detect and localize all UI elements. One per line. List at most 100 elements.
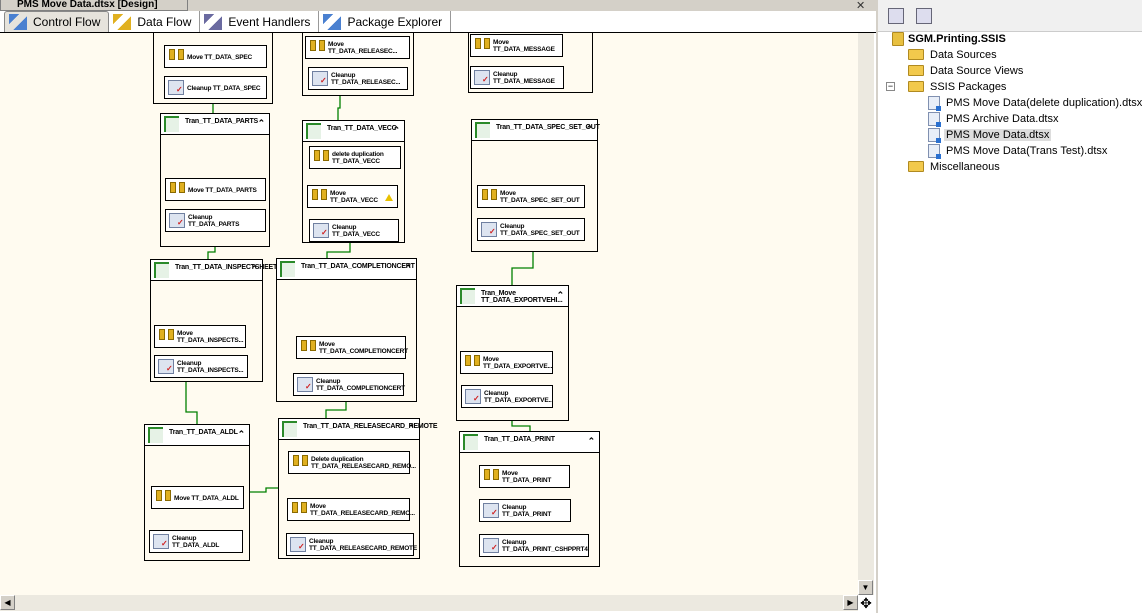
- execute-sql-task[interactable]: CleanupTT_DATA_COMPLETIONCERT: [293, 373, 405, 396]
- container-header[interactable]: Tran_TT_DATA_ALDL ⌃: [145, 425, 249, 446]
- collapse-icon[interactable]: ⌃: [258, 118, 266, 129]
- precedence-constraint[interactable]: [207, 247, 216, 259]
- tree-item[interactable]: Miscellaneous: [908, 159, 1002, 174]
- execute-sql-task[interactable]: CleanupTT_DATA_MESSAGE: [470, 66, 564, 89]
- data-flow-task[interactable]: Delete duplication TT_DATA_RELEASECARD_RE…: [288, 451, 416, 474]
- data-flow-task[interactable]: Move TT_DATA_SPEC_SET_OUT: [477, 185, 585, 208]
- precedence-constraint[interactable]: [325, 402, 347, 418]
- data-flow-task-icon: [309, 40, 325, 55]
- tree-item-label: Miscellaneous: [930, 160, 1000, 173]
- document-tab[interactable]: PMS Move Data.dtsx [Design]: [0, 0, 188, 11]
- collapse-icon[interactable]: ⌃: [393, 125, 401, 136]
- tree-item[interactable]: Data Sources: [908, 47, 999, 62]
- precedence-constraint[interactable]: [250, 487, 278, 493]
- container-header[interactable]: Tran_TT_DATA_PARTS ⌃: [161, 114, 269, 135]
- data-flow-task[interactable]: Move TT_DATA_SPEC: [164, 45, 267, 68]
- execute-sql-task[interactable]: CleanupTT_DATA_SPEC_SET_OUT: [477, 218, 585, 241]
- execute-sql-task[interactable]: CleanupTT_DATA_ALDL: [149, 530, 243, 553]
- data-flow-task[interactable]: Move TT_DATA_ALDL: [151, 486, 244, 509]
- data-flow-task[interactable]: Move TT_DATA_INSPECTS...: [154, 325, 246, 348]
- collapse-ssis-packages-icon[interactable]: −: [886, 79, 895, 94]
- tree-item[interactable]: SSIS Packages: [908, 79, 1008, 94]
- execute-sql-task[interactable]: CleanupTT_DATA_PARTS: [165, 209, 266, 232]
- sql-task-icon: [158, 359, 174, 374]
- data-flow-task[interactable]: Move TT_DATA_RELEASEC...: [305, 36, 410, 59]
- collapse-icon[interactable]: ⌃: [238, 429, 246, 440]
- container-header[interactable]: Tran_TT_DATA_INSPECTSHEET ⌃: [151, 260, 277, 281]
- collapse-icon[interactable]: ⌃: [588, 436, 596, 447]
- scroll-left-button[interactable]: ◀: [0, 595, 15, 610]
- execute-sql-task[interactable]: CleanupTT_DATA_EXPORTVE...: [461, 385, 553, 408]
- data-flow-task-icon: [169, 182, 185, 197]
- task-label: Move TT_DATA_COMPLETIONCERT: [319, 341, 408, 355]
- task-label: Cleanup TT_DATA_RELEASECARD_REMOTE: [309, 538, 417, 552]
- data-flow-task-icon: [481, 189, 497, 204]
- execute-sql-task[interactable]: CleanupTT_DATA_PRINT: [479, 499, 571, 522]
- tab-data-flow[interactable]: Data Flow: [109, 11, 201, 32]
- container-header[interactable]: Tran_TT_DATA_COMPLETIONCERT ⌃: [277, 259, 416, 280]
- pan-icon[interactable]: ✥: [858, 595, 874, 611]
- tab-package-explorer[interactable]: Package Explorer: [319, 11, 452, 32]
- folder-icon: [908, 81, 924, 92]
- collapse-icon[interactable]: ⌃: [408, 423, 416, 434]
- tree-item[interactable]: PMS Archive Data.dtsx: [928, 111, 1061, 127]
- scroll-right-button[interactable]: ▶: [843, 595, 858, 610]
- properties-icon[interactable]: [888, 8, 904, 24]
- collapse-icon[interactable]: ⌃: [557, 290, 565, 301]
- package-icon: [928, 111, 941, 127]
- sql-task-icon: [483, 538, 499, 553]
- execute-sql-task[interactable]: CleanupTT_DATA_VECC: [309, 219, 399, 242]
- data-flow-task[interactable]: Move TT_DATA_PARTS: [165, 178, 266, 201]
- vertical-scrollbar[interactable]: ▼: [858, 33, 874, 595]
- tab-event-handlers[interactable]: Event Handlers: [200, 11, 320, 32]
- execute-sql-task[interactable]: CleanupTT_DATA_INSPECTS...: [154, 355, 248, 378]
- execute-sql-task[interactable]: CleanupTT_DATA_RELEASEC...: [308, 67, 408, 90]
- precedence-constraint[interactable]: [185, 382, 198, 424]
- data-flow-task[interactable]: delete duplication TT_DATA_VECC: [309, 146, 401, 169]
- data-flow-task[interactable]: Move TT_DATA_PRINT: [479, 465, 570, 488]
- close-icon[interactable]: ✕: [856, 0, 865, 12]
- collapse-icon[interactable]: ⌃: [586, 124, 594, 135]
- task-label: Cleanup TT_DATA_EXPORTVE...: [484, 390, 554, 404]
- container-title: Tran_Move TT_DATA_EXPORTVEHI...: [481, 290, 563, 304]
- precedence-constraint[interactable]: [511, 252, 534, 285]
- precedence-constraint[interactable]: [326, 243, 351, 258]
- container-header[interactable]: Tran_TT_DATA_RELEASECARD_REMOTE ⌃: [279, 419, 438, 440]
- container-header[interactable]: Tran_TT_DATA_PRINT ⌃: [460, 432, 599, 453]
- warning-icon[interactable]: [385, 194, 393, 201]
- tree-item-label: Data Sources: [930, 48, 997, 61]
- data-flow-task[interactable]: Move TT_DATA_MESSAGE: [470, 34, 563, 57]
- data-flow-icon: [113, 13, 132, 30]
- horizontal-scrollbar[interactable]: ◀ ▶: [0, 595, 858, 611]
- show-all-files-icon[interactable]: [916, 8, 932, 24]
- data-flow-task[interactable]: Move TT_DATA_COMPLETIONCERT: [296, 336, 408, 359]
- tree-item[interactable]: PMS Move Data.dtsx: [928, 127, 1052, 143]
- container-title: Tran_TT_DATA_RELEASECARD_REMOTE: [303, 423, 438, 430]
- precedence-constraint[interactable]: [337, 96, 341, 120]
- container-header[interactable]: Tran_Move TT_DATA_EXPORTVEHI... ⌃: [457, 286, 568, 307]
- tree-item[interactable]: Data Source Views: [908, 63, 1025, 78]
- task-label: Move TT_DATA_PRINT: [502, 470, 552, 484]
- collapse-icon[interactable]: ⌃: [251, 264, 259, 275]
- container-header[interactable]: Tran_TT_DATA_VECC ⌃: [303, 121, 404, 142]
- execute-sql-task[interactable]: Cleanup TT_DATA_SPEC: [164, 76, 267, 99]
- tree-item-label: SSIS Packages: [930, 80, 1007, 93]
- data-flow-task[interactable]: Move TT_DATA_EXPORTVE...: [460, 351, 553, 374]
- data-flow-task[interactable]: Move TT_DATA_RELEASECARD_REMO...: [287, 498, 415, 521]
- scroll-down-button[interactable]: ▼: [858, 580, 873, 595]
- task-label: Cleanup TT_DATA_PRINT_CSHPPRT4: [502, 539, 588, 553]
- collapse-icon[interactable]: ⌃: [405, 263, 413, 274]
- data-flow-task[interactable]: Move TT_DATA_VECC: [307, 185, 398, 208]
- task-label: Cleanup TT_DATA_MESSAGE: [493, 71, 555, 85]
- tree-item[interactable]: PMS Move Data(Trans Test).dtsx: [928, 143, 1109, 159]
- tree-item-label: PMS Move Data.dtsx: [944, 128, 1052, 141]
- tree-item[interactable]: PMS Move Data(delete duplication).dtsx: [928, 95, 1142, 111]
- execute-sql-task[interactable]: CleanupTT_DATA_PRINT_CSHPPRT4: [479, 534, 589, 557]
- tab-control-flow[interactable]: Control Flow: [4, 11, 110, 32]
- container-header[interactable]: Tran_TT_DATA_SPEC_SET_OUT ⌃: [472, 120, 600, 141]
- execute-sql-task[interactable]: CleanupTT_DATA_RELEASECARD_REMOTE: [286, 533, 417, 556]
- precedence-constraint[interactable]: [511, 421, 531, 431]
- tree-project[interactable]: SGM.Printing.SSIS: [892, 31, 1006, 46]
- control-flow-canvas[interactable]: Move TT_DATA_SPEC Cleanup TT_DATA_SPEC Mov…: [0, 33, 858, 595]
- package-icon: [928, 127, 941, 143]
